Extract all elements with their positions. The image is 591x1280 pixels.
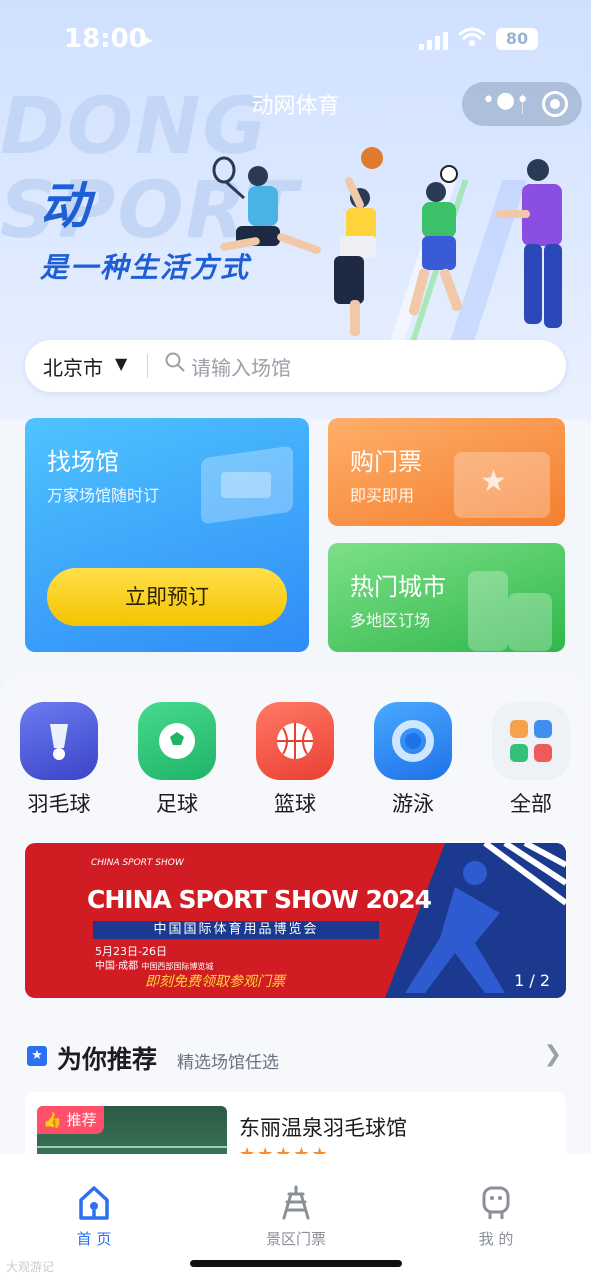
all-grid-icon: [492, 702, 570, 780]
promo-banner[interactable]: CHINA SPORT SHOW CHINA SPORT SHOW 2024 中…: [25, 843, 566, 998]
search-icon: [165, 352, 185, 372]
basketball-icon: [256, 702, 334, 780]
close-target-icon[interactable]: [542, 91, 568, 117]
wifi-icon: [458, 26, 486, 54]
recommend-title: 为你推荐: [57, 1045, 158, 1074]
category-basketball[interactable]: 篮球: [256, 702, 334, 818]
hot-cities-title: 热门城市: [350, 573, 446, 601]
building-icon: [468, 571, 508, 651]
book-now-button[interactable]: 立即预订: [47, 568, 287, 626]
watermark: 大观游记: [6, 1260, 55, 1274]
category-football[interactable]: 足球: [138, 702, 216, 818]
hero-slogan-sub: 是一种生活方式: [40, 251, 251, 284]
category-label: 游泳: [392, 792, 434, 816]
athletes-illustration: [212, 147, 562, 336]
football-icon: [138, 702, 216, 780]
status-bar: 18:00 ➤ 80: [0, 0, 591, 80]
court-line: [37, 1146, 227, 1148]
tab-scenic-tickets[interactable]: 景区门票: [236, 1184, 356, 1249]
star-icon: ★: [480, 464, 507, 499]
buy-ticket-subtitle: 即买即用: [350, 486, 415, 505]
capsule-divider: [522, 94, 523, 114]
find-venue-title: 找场馆: [47, 448, 119, 476]
banner-pager: 1 / 2: [514, 971, 550, 990]
miniapp-capsule: •●•: [462, 82, 582, 126]
status-time: 18:00: [64, 24, 147, 54]
tennis-player-figure: [212, 156, 321, 255]
category-label: 全部: [510, 792, 552, 816]
hot-cities-subtitle: 多地区订场: [350, 611, 431, 630]
recommend-badge: 👍 推荐: [37, 1106, 105, 1134]
hero-slogan-main: 动: [40, 177, 90, 235]
tab-profile[interactable]: 我 的: [436, 1184, 556, 1249]
football-player-figure: [408, 165, 463, 316]
find-venue-subtitle: 万家场馆随时订: [47, 486, 160, 505]
building-icon: [508, 593, 552, 651]
search-input[interactable]: 请输入场馆: [191, 352, 291, 381]
home-icon: [34, 1184, 154, 1222]
category-swimming[interactable]: 游泳: [374, 702, 452, 818]
location-arrow-icon: ➤: [137, 28, 154, 52]
search-divider: [147, 354, 148, 378]
home-indicator[interactable]: [190, 1260, 402, 1267]
banner-cta: 即刻免费领取参观门票: [145, 974, 285, 990]
badminton-icon: [20, 702, 98, 780]
tab-home[interactable]: 首 页: [34, 1184, 154, 1249]
profile-icon: [436, 1184, 556, 1222]
banner-subtitle: 中国国际体育用品博览会: [93, 921, 379, 939]
tower-icon: [236, 1184, 356, 1222]
buy-ticket-card[interactable]: ★ 购门票 即买即用: [328, 418, 565, 526]
find-venue-card[interactable]: 找场馆 万家场馆随时订 立即预订: [25, 418, 309, 652]
recommend-header: ★ 为你推荐 精选场馆任选 ❯: [25, 1040, 566, 1074]
category-all[interactable]: 全部: [492, 702, 570, 818]
chevron-right-icon[interactable]: ❯: [544, 1042, 562, 1067]
basketball-player-figure: [334, 147, 383, 336]
category-badminton[interactable]: 羽毛球: [20, 702, 98, 818]
buy-ticket-title: 购门票: [350, 448, 422, 476]
cellular-signal-icon: [419, 30, 449, 50]
star-icon: ★: [27, 1046, 47, 1066]
venue-deco-icon: [221, 472, 271, 498]
banner-title: CHINA SPORT SHOW 2024: [87, 885, 432, 914]
recommend-subtitle: 精选场馆任选: [177, 1053, 279, 1073]
banner-city: 中国·成都 中国西部国际博览城: [95, 961, 214, 972]
category-label: 足球: [156, 792, 198, 816]
tab-label: 景区门票: [265, 1230, 326, 1248]
chevron-down-icon[interactable]: ▼: [115, 354, 127, 373]
tab-label: 我 的: [478, 1230, 514, 1248]
venue-name: 东丽温泉羽毛球馆: [239, 1116, 407, 1140]
category-label: 羽毛球: [27, 792, 91, 816]
banner-brand: CHINA SPORT SHOW: [91, 858, 184, 868]
battery-indicator: 80: [496, 28, 538, 50]
thumbs-up-icon: 👍: [43, 1111, 62, 1129]
tab-label: 首 页: [76, 1230, 112, 1248]
city-selector[interactable]: 北京市: [43, 352, 103, 381]
search-bar: 北京市 ▼ 请输入场馆: [25, 340, 566, 392]
runner-figure: [496, 159, 562, 328]
swimming-icon: [374, 702, 452, 780]
hot-cities-card[interactable]: 热门城市 多地区订场: [328, 543, 565, 652]
category-label: 篮球: [274, 792, 316, 816]
